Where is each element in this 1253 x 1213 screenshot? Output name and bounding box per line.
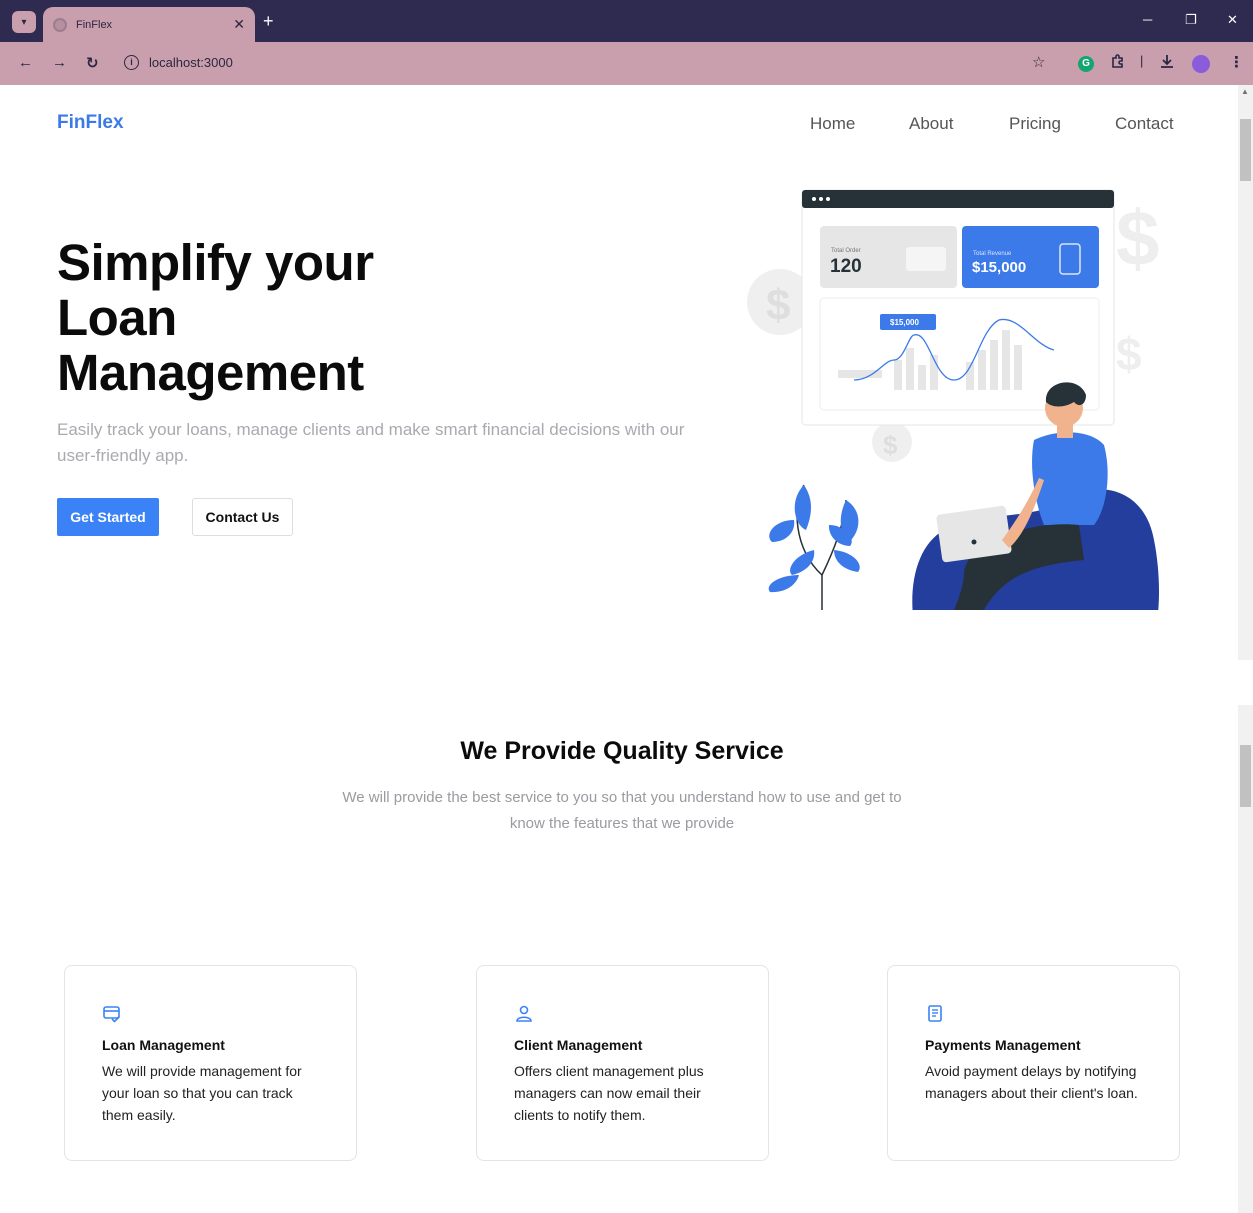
card-title: Client Management [514,1037,643,1053]
total-order-value: 120 [830,256,862,277]
scrollbar-gap [1238,660,1253,705]
card-title: Loan Management [102,1037,225,1053]
credit-card-check-icon [103,1006,121,1023]
total-order-label: Total Order [831,248,861,254]
globe-icon [53,17,67,32]
section-title: We Provide Quality Service [460,737,784,765]
arrow-right-icon[interactable]: → [52,54,67,71]
hero-illustration: $ $ $ $ Total Order 120 Total Revenue $1… [747,189,1159,610]
card-icon [906,247,946,271]
download-icon[interactable] [1159,53,1175,73]
tab-title: FinFlex [76,18,113,31]
get-started-button[interactable]: Get Started [57,498,159,536]
service-card-loan: Loan Management We will provide manageme… [64,965,357,1161]
card-text: We will provide management for your loan… [102,1063,302,1123]
logo[interactable]: FinFlex [57,112,124,134]
separator: | [1140,53,1144,68]
profile-avatar-icon[interactable] [1192,55,1210,73]
dollar-sign-icon: $ [1116,328,1142,380]
dollar-sign-icon: $ [883,430,898,460]
contact-us-button[interactable]: Contact Us [192,498,293,536]
scrollbar-thumb[interactable] [1240,119,1251,181]
card-text: Avoid payment delays by notifying manage… [925,1063,1138,1101]
address-bar[interactable]: localhost:3000 [149,55,233,70]
info-icon[interactable]: i [124,55,139,70]
dollar-sign-icon: $ [1116,194,1159,282]
new-tab-button[interactable]: + [263,12,274,30]
arrow-left-icon[interactable]: ← [18,54,33,71]
puzzle-icon[interactable] [1110,53,1126,73]
chart-tooltip-label: $15,000 [890,318,919,327]
total-revenue-value: $15,000 [972,259,1026,276]
window-close-icon[interactable]: ✕ [1227,12,1238,28]
service-card-payments: Payments Management Avoid payment delays… [887,965,1180,1161]
nav-link-about[interactable]: About [909,114,953,134]
browser-toolbar: ← → ↻ i localhost:3000 ☆ G | ⋮ [0,42,1253,85]
total-revenue-card [962,226,1099,288]
card-text: Offers client management plus managers c… [514,1063,704,1123]
grammarly-icon[interactable]: G [1078,56,1094,72]
dollar-sign-icon: $ [766,281,790,330]
restore-icon[interactable]: ❐ [1185,12,1197,28]
close-icon[interactable]: ✕ [233,16,245,33]
scroll-up-icon[interactable]: ▲ [1241,87,1249,96]
total-revenue-label: Total Revenue [973,251,1012,257]
hero-subtitle: Easily track your loans, manage clients … [57,420,685,465]
chevron-down-icon[interactable]: ▾ [12,11,36,33]
window-titlebar [802,190,1114,208]
page-viewport: FinFlex Home About Pricing Contact Simpl… [6,85,1238,1213]
minimize-icon[interactable]: ─ [1143,12,1152,27]
user-icon [516,1005,532,1022]
nav-link-contact[interactable]: Contact [1115,114,1174,134]
nav-link-home[interactable]: Home [810,114,855,134]
plant-icon [768,484,860,610]
kebab-menu-icon[interactable]: ⋮ [1229,53,1244,71]
service-card-client: Client Management Offers client manageme… [476,965,769,1161]
nav-link-pricing[interactable]: Pricing [1009,114,1061,134]
section-subtitle: We will provide the best service to you … [342,789,902,832]
browser-tab[interactable]: FinFlex ✕ [43,7,255,42]
star-icon[interactable]: ☆ [1032,53,1045,71]
scrollbar-thumb-lower[interactable] [1240,745,1251,807]
receipt-icon [928,1005,942,1022]
card-title: Payments Management [925,1037,1081,1053]
browser-tab-strip: ▾ FinFlex ✕ + ─ ❐ ✕ [0,0,1253,42]
reload-icon[interactable]: ↻ [86,54,99,72]
hero-title: Simplify your Loan Management [57,234,374,401]
page-scrollbar[interactable]: ▲ [1238,85,1253,1213]
